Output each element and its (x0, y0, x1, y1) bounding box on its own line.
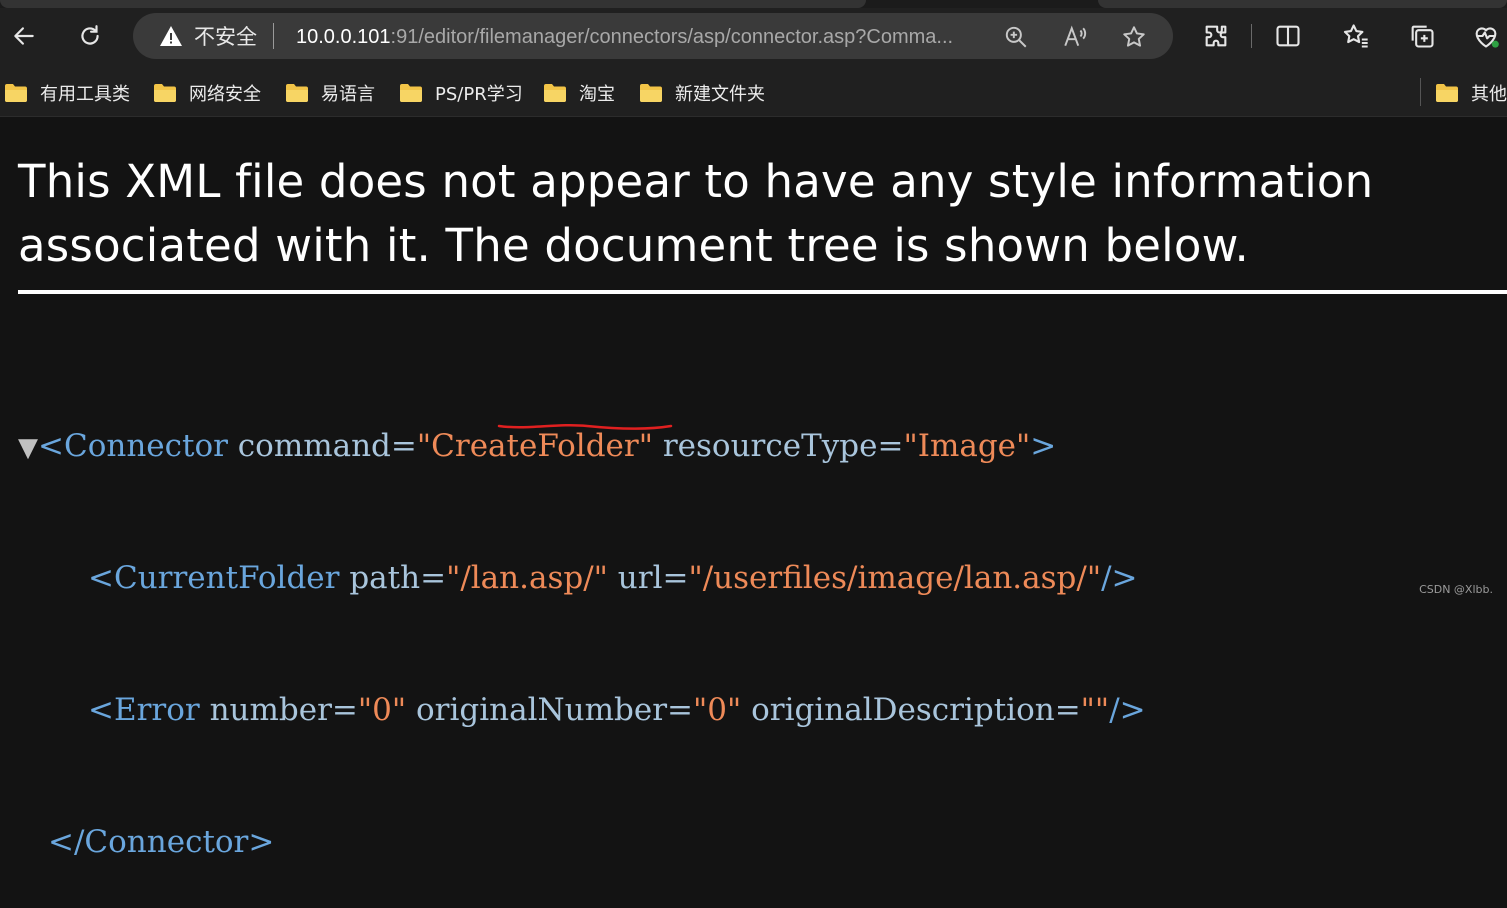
browser-toolbar: 不安全 10.0.0.101:91/editor/filemanager/con… (0, 0, 1507, 70)
refresh-button[interactable] (70, 16, 110, 56)
xml-value: "CreateFolder" (416, 428, 653, 464)
folder-icon (1436, 84, 1458, 102)
split-screen-icon[interactable] (1274, 22, 1302, 50)
bookmarks-bar: 有用工具类 网络安全 易语言 PS/PR学习 淘宝 新建文件夹 其他 (0, 70, 1507, 117)
xml-value: "/userfiles/image/lan.asp/" (688, 560, 1102, 596)
xml-attribute: command= (237, 428, 417, 464)
folder-icon (640, 84, 662, 102)
xml-value-path: "/lan.asp/" (446, 560, 608, 596)
xml-style-notice: This XML file does not appear to have an… (18, 155, 1374, 272)
bookmark-label: 其他 (1471, 84, 1507, 105)
url-path: :91/editor/filemanager/connectors/asp/co… (390, 26, 954, 48)
bookmark-folder-taobao[interactable]: 淘宝 (543, 76, 615, 110)
bookmark-label: 淘宝 (579, 84, 615, 105)
toolbar-divider (1251, 24, 1252, 48)
security-label[interactable]: 不安全 (194, 24, 257, 50)
xml-tag: /> (1101, 560, 1138, 596)
inactive-tab[interactable] (1098, 0, 1507, 8)
extensions-icon[interactable] (1202, 22, 1230, 50)
xml-attribute: number= (209, 692, 358, 728)
bookmarks-divider (1420, 78, 1421, 106)
xml-tag: /> (1109, 692, 1146, 728)
xml-attribute: resourceType= (662, 428, 904, 464)
xml-value: "0" (693, 692, 742, 728)
xml-line-error: <Error number="0" originalNumber="0" ori… (18, 688, 1146, 732)
notice-divider (18, 290, 1507, 294)
url-text[interactable]: 10.0.0.101:91/editor/filemanager/connect… (296, 24, 953, 50)
back-button[interactable] (4, 16, 44, 56)
bookmark-label: 易语言 (321, 84, 375, 105)
xml-tag: </Connector> (48, 824, 275, 860)
zoom-icon[interactable] (1003, 24, 1029, 50)
warning-icon[interactable] (159, 24, 183, 48)
bookmark-folder-security[interactable]: 网络安全 (153, 76, 261, 110)
bookmark-label: 网络安全 (189, 84, 261, 105)
address-separator (273, 23, 274, 49)
back-arrow-icon (14, 27, 34, 45)
annotation-underline (497, 423, 673, 430)
xml-tag: <Connector (38, 428, 228, 464)
bookmark-folder-easy-language[interactable]: 易语言 (285, 76, 375, 110)
collapse-triangle-icon[interactable]: ▼ (18, 433, 38, 463)
folder-icon (286, 84, 308, 102)
favorites-icon[interactable] (1342, 22, 1370, 50)
bookmark-folder-other[interactable]: 其他 (1435, 76, 1507, 110)
xml-value: "0" (357, 692, 407, 728)
folder-icon (154, 84, 176, 102)
folder-icon (400, 84, 422, 102)
favorite-star-icon[interactable] (1121, 24, 1147, 50)
bookmark-folder-ps-pr[interactable]: PS/PR学习 (399, 76, 523, 110)
collections-icon[interactable] (1408, 22, 1436, 50)
folder-icon (5, 84, 27, 102)
xml-line-connector-close: </Connector> (18, 820, 1146, 864)
xml-attribute: originalDescription= (751, 692, 1081, 728)
bookmark-label: 有用工具类 (40, 84, 130, 105)
xml-line-current-folder: <CurrentFolder path="/lan.asp/" url="/us… (18, 556, 1146, 600)
xml-tag: <CurrentFolder (88, 560, 340, 596)
active-tab[interactable] (0, 0, 866, 8)
folder-icon (544, 84, 566, 102)
xml-value: "Image" (903, 428, 1031, 464)
xml-attribute: path= (349, 560, 447, 596)
refresh-icon (81, 25, 99, 45)
watermark: CSDN @Xlbb. (1419, 583, 1493, 596)
xml-tag: > (1030, 428, 1057, 464)
bookmark-label: 新建文件夹 (675, 84, 765, 105)
tab-strip (0, 0, 1507, 8)
read-aloud-icon[interactable] (1062, 24, 1088, 50)
bookmark-folder-tools[interactable]: 有用工具类 (4, 76, 130, 110)
xml-attribute: url= (617, 560, 689, 596)
xml-tag: <Error (88, 692, 200, 728)
xml-value: "" (1080, 692, 1110, 728)
bookmark-folder-new[interactable]: 新建文件夹 (639, 76, 765, 110)
address-bar[interactable]: 不安全 10.0.0.101:91/editor/filemanager/con… (133, 13, 1173, 59)
browser-essentials-icon[interactable] (1472, 22, 1500, 50)
bookmark-label: PS/PR学习 (435, 84, 523, 105)
xml-attribute: originalNumber= (416, 692, 694, 728)
url-host: 10.0.0.101 (296, 26, 391, 48)
